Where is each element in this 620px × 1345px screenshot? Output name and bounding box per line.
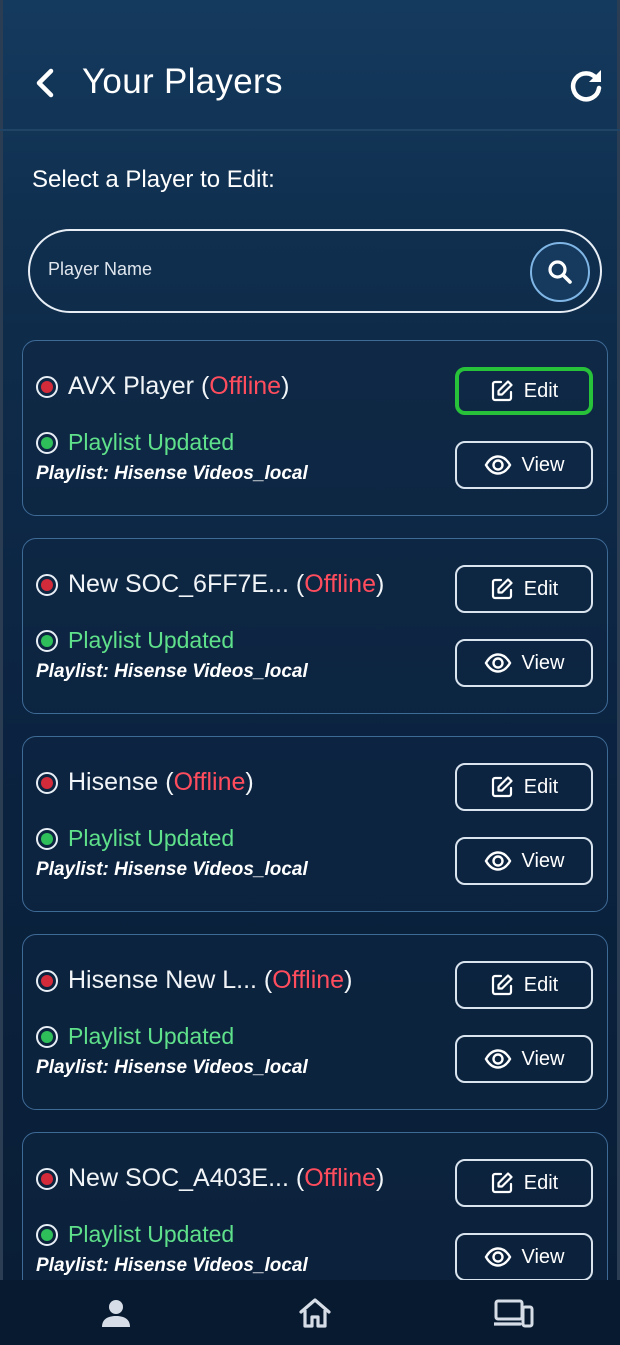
player-state: Offline — [272, 966, 345, 994]
chevron-left-icon — [36, 68, 54, 98]
eye-icon — [484, 851, 511, 871]
header-divider — [0, 129, 620, 131]
player-state: Offline — [304, 1164, 377, 1192]
search-bar: Player Name — [28, 229, 602, 313]
nav-devices[interactable] — [494, 1296, 534, 1330]
player-name-line: New SOC_6FF7E... (Offline) — [68, 570, 385, 598]
offline-status-dot — [36, 772, 58, 794]
player-name-line: New SOC_A403E... (Offline) — [68, 1164, 385, 1192]
offline-status-dot — [36, 574, 58, 596]
edit-icon — [491, 974, 513, 996]
eye-icon — [484, 1247, 511, 1267]
player-name-line: Hisense New L... (Offline) — [68, 966, 353, 994]
edit-icon — [491, 578, 513, 600]
player-card: Hisense New L... (Offline) Playlist Upda… — [22, 934, 608, 1110]
playlist-status: Playlist Updated — [68, 1221, 235, 1247]
player-name: New SOC_6FF7E... — [68, 570, 289, 598]
view-label: View — [521, 1245, 565, 1268]
search-button[interactable] — [530, 242, 590, 302]
playlist-name: Playlist: Hisense Videos_local — [36, 463, 308, 484]
bottom-nav — [0, 1280, 620, 1345]
edit-icon — [491, 776, 513, 798]
player-name: Hisense New L... — [68, 966, 257, 994]
search-input[interactable]: Player Name — [48, 259, 152, 280]
eye-icon — [484, 1049, 511, 1069]
page-title: Your Players — [82, 62, 283, 101]
header: Your Players — [0, 0, 620, 130]
playlist-name: Playlist: Hisense Videos_local — [36, 1255, 308, 1276]
view-label: View — [521, 849, 565, 872]
nav-profile[interactable] — [96, 1296, 136, 1330]
view-button[interactable]: View — [455, 1233, 593, 1280]
edit-button[interactable]: Edit — [455, 1159, 593, 1207]
updated-status-dot — [36, 432, 58, 454]
edit-button[interactable]: Edit — [455, 763, 593, 811]
playlist-name: Playlist: Hisense Videos_local — [36, 859, 308, 880]
edit-icon — [491, 380, 513, 402]
player-name: New SOC_A403E... — [68, 1164, 289, 1192]
refresh-icon — [570, 70, 602, 102]
player-name-line: AVX Player (Offline) — [68, 372, 290, 400]
view-label: View — [521, 651, 565, 674]
player-name: AVX Player — [68, 372, 194, 400]
edit-label: Edit — [523, 577, 559, 600]
player-card: New SOC_A403E... (Offline) Playlist Upda… — [22, 1132, 608, 1280]
player-state: Offline — [304, 570, 376, 598]
devices-icon — [494, 1299, 534, 1328]
home-icon — [299, 1298, 331, 1328]
playlist-status: Playlist Updated — [68, 1023, 235, 1049]
updated-status-dot — [36, 630, 58, 652]
edit-label: Edit — [523, 1171, 559, 1194]
player-state: Offline — [209, 372, 282, 400]
edit-label: Edit — [523, 775, 559, 798]
player-card: Hisense (Offline) Playlist Updated Playl… — [22, 736, 608, 912]
player-name: Hisense — [68, 768, 159, 796]
view-label: View — [521, 1047, 565, 1070]
edit-icon — [491, 1172, 513, 1194]
offline-status-dot — [36, 376, 58, 398]
edit-button[interactable]: Edit — [455, 367, 593, 415]
edit-label: Edit — [523, 973, 559, 996]
playlist-status: Playlist Updated — [68, 429, 235, 455]
back-button[interactable] — [34, 66, 60, 100]
view-button[interactable]: View — [455, 639, 593, 687]
user-icon — [102, 1300, 130, 1327]
player-card: AVX Player (Offline) Playlist Updated Pl… — [22, 340, 608, 516]
eye-icon — [484, 653, 511, 673]
playlist-name: Playlist: Hisense Videos_local — [36, 661, 308, 682]
playlist-status: Playlist Updated — [68, 627, 235, 653]
view-label: View — [521, 453, 565, 476]
updated-status-dot — [36, 1224, 58, 1246]
offline-status-dot — [36, 970, 58, 992]
player-state: Offline — [173, 768, 246, 796]
player-card: New SOC_6FF7E... (Offline) Playlist Upda… — [22, 538, 608, 714]
updated-status-dot — [36, 828, 58, 850]
section-subtitle: Select a Player to Edit: — [32, 166, 275, 193]
nav-home[interactable] — [295, 1296, 335, 1330]
playlist-name: Playlist: Hisense Videos_local — [36, 1057, 308, 1078]
player-list[interactable]: AVX Player (Offline) Playlist Updated Pl… — [0, 340, 620, 1280]
playlist-status: Playlist Updated — [68, 825, 235, 851]
updated-status-dot — [36, 1026, 58, 1048]
search-icon — [548, 260, 572, 284]
offline-status-dot — [36, 1168, 58, 1190]
refresh-button[interactable] — [568, 67, 604, 103]
edit-button[interactable]: Edit — [455, 961, 593, 1009]
player-name-line: Hisense (Offline) — [68, 768, 254, 796]
view-button[interactable]: View — [455, 837, 593, 885]
edit-label: Edit — [523, 379, 559, 402]
eye-icon — [484, 455, 511, 475]
view-button[interactable]: View — [455, 441, 593, 489]
edit-button[interactable]: Edit — [455, 565, 593, 613]
view-button[interactable]: View — [455, 1035, 593, 1083]
